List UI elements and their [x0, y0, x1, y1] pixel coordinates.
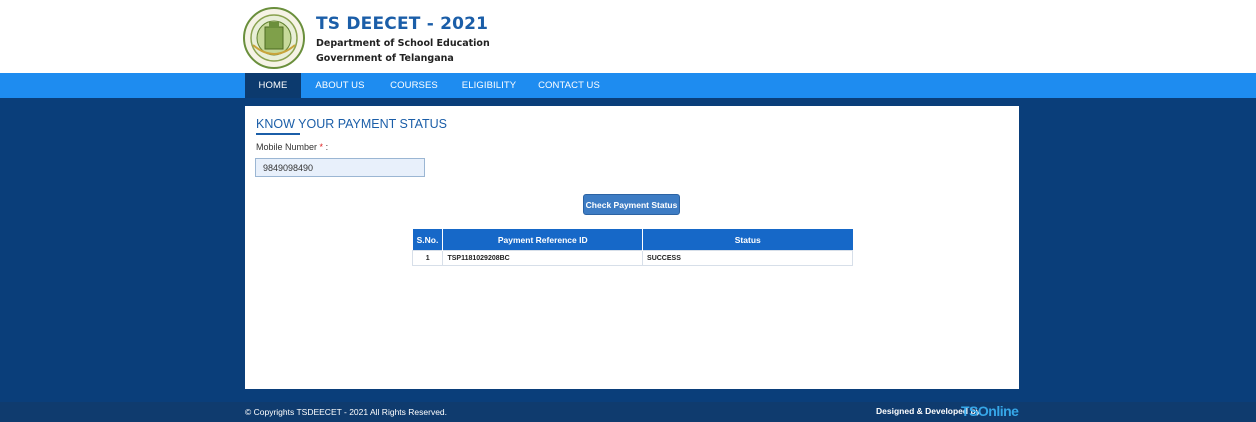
mobile-number-input[interactable]: 9849098490 — [255, 158, 425, 177]
payment-status-table: S.No. Payment Reference ID Status 1 TSP1… — [411, 229, 853, 266]
cell-payment-ref: TSP1181029208BC — [442, 250, 644, 266]
tsonline-logo[interactable]: TSOnline — [961, 403, 1019, 419]
copyright-text: © Copyrights TSDEECET - 2021 All Rights … — [245, 407, 448, 417]
main-navigation: HOME ABOUT US COURSES ELIGIBILITY CONTAC… — [0, 73, 1256, 98]
col-status-header: Status — [642, 229, 853, 251]
department-name: Department of School Education — [316, 38, 490, 49]
telangana-emblem-icon — [243, 7, 305, 69]
payment-status-panel: KNOW YOUR PAYMENT STATUS Mobile Number *… — [245, 106, 1019, 389]
government-name: Government of Telangana — [316, 53, 454, 64]
mobile-number-label: Mobile Number * : — [256, 142, 328, 152]
site-title: TS DEECET - 2021 — [316, 14, 489, 34]
cell-status: SUCCESS — [642, 250, 853, 266]
col-sno-header: S.No. — [412, 229, 444, 251]
mobile-label-text: Mobile Number — [256, 142, 318, 152]
page-title: KNOW YOUR PAYMENT STATUS — [256, 117, 447, 131]
nav-eligibility[interactable]: ELIGIBILITY — [459, 73, 519, 98]
nav-about-us[interactable]: ABOUT US — [312, 73, 368, 98]
site-header: TS DEECET - 2021 Department of School Ed… — [0, 0, 1256, 73]
nav-contact-us[interactable]: CONTACT US — [538, 73, 600, 98]
check-payment-status-button[interactable]: Check Payment Status — [583, 194, 680, 215]
nav-courses[interactable]: COURSES — [386, 73, 442, 98]
cell-sno: 1 — [411, 250, 444, 266]
site-footer — [0, 402, 1256, 422]
title-underline — [256, 133, 300, 135]
label-colon: : — [323, 142, 329, 152]
table-row: 1 TSP1181029208BC SUCCESS — [411, 250, 853, 266]
col-payment-ref-header: Payment Reference ID — [442, 229, 644, 251]
nav-home[interactable]: HOME — [245, 73, 301, 98]
